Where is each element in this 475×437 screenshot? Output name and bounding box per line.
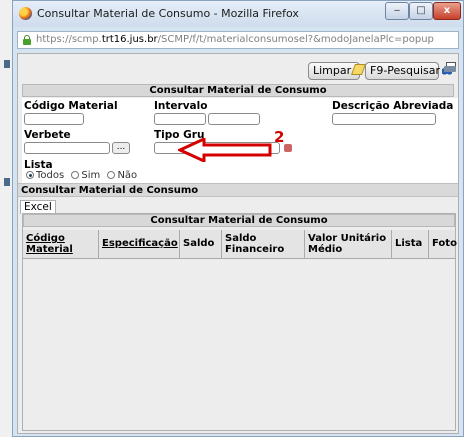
excel-tab[interactable]: Excel (20, 200, 56, 214)
annotation-number: 2 (274, 128, 285, 146)
verbete-input[interactable] (24, 142, 110, 154)
col-especificacao[interactable]: Especificação (99, 230, 180, 258)
intervalo-label: Intervalo (154, 100, 208, 112)
radio-nao-label: Não (117, 170, 138, 181)
col-lista: Lista (392, 230, 429, 258)
background-window-edge (0, 0, 12, 437)
url-text: https://scmp.trt16.jus.br/SCMP/f/t/mater… (36, 34, 434, 45)
verbete-label: Verbete (24, 129, 71, 141)
col-saldo: Saldo (180, 230, 222, 258)
descricao-label: Descrição Abreviada (332, 100, 454, 112)
results-bar: Consultar Material de Consumo (18, 183, 458, 197)
minimize-button[interactable]: ‒ (385, 2, 409, 20)
limpar-label: Limpar (313, 64, 352, 77)
radio-todos-label: Todos (36, 170, 65, 181)
results-header: Consultar Material de Consumo (23, 214, 455, 227)
codigo-label: Código Material (24, 100, 118, 112)
arrow-shape (178, 138, 272, 162)
intervalo-start-input[interactable] (154, 113, 206, 125)
col-valor-unitario: Valor Unitário Médio (305, 230, 392, 258)
verbete-lookup-button[interactable]: ... (112, 142, 130, 154)
radio-sim[interactable] (71, 171, 80, 179)
printer-icon[interactable] (444, 62, 456, 74)
radio-sim-label: Sim (81, 170, 101, 181)
results-table: Consultar Material de Consumo Código Mat… (22, 213, 457, 431)
radio-todos[interactable] (26, 171, 34, 179)
browser-window: Consultar Material de Consumo - Mozilla … (12, 0, 464, 437)
window-title: Consultar Material de Consumo - Mozilla … (37, 7, 299, 20)
results-column-header: Código Material Especificação Saldo Sald… (23, 230, 457, 259)
limpar-button[interactable]: Limpar (308, 62, 367, 80)
pesquisar-button[interactable]: F9-Pesquisar (365, 62, 453, 80)
lista-radio-group: Todos Sim Não (26, 170, 141, 181)
lock-icon (23, 35, 31, 45)
background-marker (4, 60, 10, 68)
maximize-button[interactable]: □ (409, 2, 433, 20)
background-marker (4, 178, 10, 186)
col-foto: Foto (432, 238, 457, 249)
intervalo-end-input[interactable] (208, 113, 260, 125)
red-arrow-annotation (178, 138, 272, 162)
page-content: Limpar F9-Pesquisar Consultar Material d… (17, 53, 459, 434)
address-bar[interactable]: https://scmp.trt16.jus.br/SCMP/f/t/mater… (17, 31, 459, 49)
form-header: Consultar Material de Consumo (22, 84, 454, 97)
eraser-icon (351, 64, 367, 75)
firefox-icon (19, 7, 32, 20)
radio-nao[interactable] (107, 171, 116, 179)
pesquisar-label: F9-Pesquisar (370, 64, 441, 77)
close-button[interactable]: x (433, 2, 461, 20)
col-codigo[interactable]: Código Material (23, 230, 99, 258)
col-saldo-financeiro: Saldo Financeiro (222, 230, 305, 258)
descricao-input[interactable] (332, 113, 436, 125)
title-bar: Consultar Material de Consumo - Mozilla … (13, 1, 463, 27)
codigo-input[interactable] (24, 113, 84, 125)
